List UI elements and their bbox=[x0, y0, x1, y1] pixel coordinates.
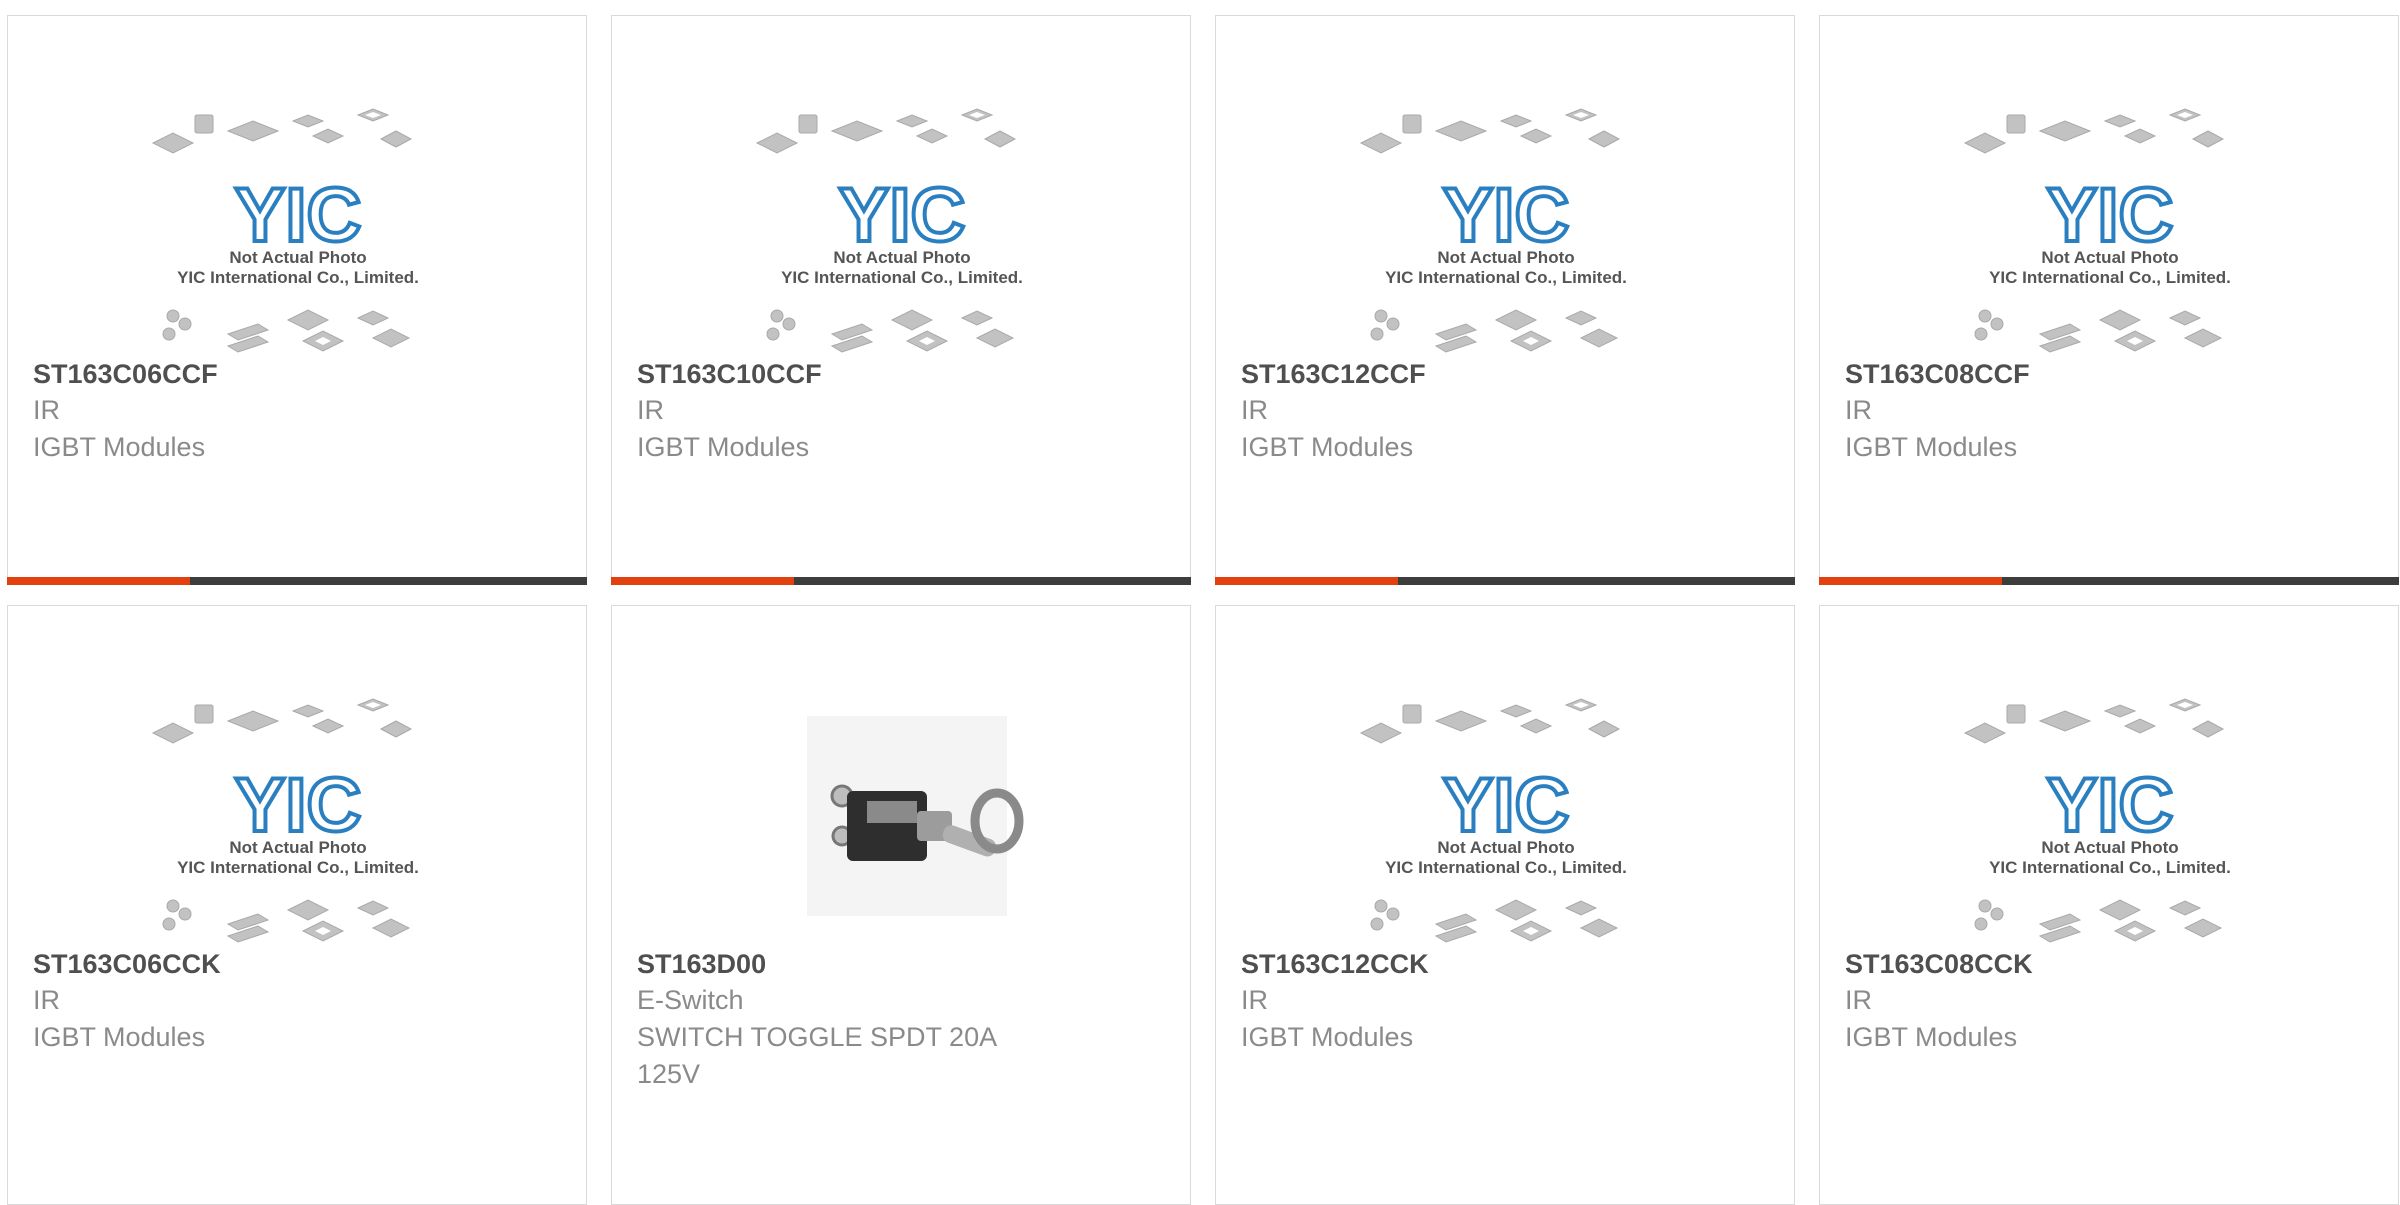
manufacturer: IR bbox=[1845, 395, 1872, 425]
product-image[interactable]: YIC Not Actual Photo YIC International C… bbox=[1351, 691, 1661, 961]
card-footer-bar bbox=[1215, 577, 1795, 585]
product-card[interactable]: YIC Not Actual Photo YIC International C… bbox=[1819, 15, 2399, 585]
product-image[interactable]: YIC Not Actual Photo YIC International C… bbox=[143, 691, 453, 961]
manufacturer: IR bbox=[1241, 395, 1268, 425]
company-label: YIC International Co., Limited. bbox=[1385, 268, 1627, 287]
company-label: YIC International Co., Limited. bbox=[1385, 858, 1627, 877]
product-image[interactable] bbox=[747, 691, 1057, 961]
not-actual-photo-label: Not Actual Photo bbox=[2041, 248, 2178, 267]
card-footer-bar bbox=[7, 577, 587, 585]
description: IGBT Modules bbox=[1845, 432, 2018, 462]
not-actual-photo-label: Not Actual Photo bbox=[1437, 838, 1574, 857]
manufacturer: IR bbox=[33, 985, 60, 1015]
part-number[interactable]: ST163C12CCF bbox=[1241, 356, 1769, 392]
product-card[interactable]: YIC Not Actual Photo YIC International C… bbox=[1215, 605, 1795, 1205]
accent-bar bbox=[1819, 577, 2002, 585]
part-number[interactable]: ST163C10CCF bbox=[637, 356, 1165, 392]
manufacturer: IR bbox=[1241, 985, 1268, 1015]
not-actual-photo-label: Not Actual Photo bbox=[833, 248, 970, 267]
company-label: YIC International Co., Limited. bbox=[177, 268, 419, 287]
part-number[interactable]: ST163C08CCF bbox=[1845, 356, 2373, 392]
product-card[interactable]: YIC Not Actual Photo YIC International C… bbox=[1819, 605, 2399, 1205]
part-number[interactable]: ST163C08CCK bbox=[1845, 946, 2373, 982]
manufacturer: IR bbox=[1845, 985, 1872, 1015]
description: IGBT Modules bbox=[1241, 432, 1414, 462]
product-image[interactable]: YIC Not Actual Photo YIC International C… bbox=[1351, 101, 1661, 371]
manufacturer: E-Switch bbox=[637, 985, 744, 1015]
product-card[interactable]: ST163D00 E-Switch SWITCH TOGGLE SPDT 20A… bbox=[611, 605, 1191, 1205]
company-label: YIC International Co., Limited. bbox=[781, 268, 1023, 287]
yic-logo: YIC bbox=[2047, 763, 2174, 848]
company-label: YIC International Co., Limited. bbox=[1989, 268, 2231, 287]
yic-logo: YIC bbox=[2047, 173, 2174, 258]
part-number[interactable]: ST163C12CCK bbox=[1241, 946, 1769, 982]
manufacturer: IR bbox=[33, 395, 60, 425]
not-actual-photo-label: Not Actual Photo bbox=[229, 838, 366, 857]
product-image[interactable]: YIC Not Actual Photo YIC International C… bbox=[1955, 691, 2265, 961]
yic-logo: YIC bbox=[1443, 173, 1570, 258]
product-card[interactable]: YIC Not Actual Photo YIC International C… bbox=[7, 15, 587, 585]
product-card[interactable]: YIC Not Actual Photo YIC International C… bbox=[611, 15, 1191, 585]
yic-logo: YIC bbox=[235, 173, 362, 258]
yic-logo: YIC bbox=[235, 763, 362, 848]
not-actual-photo-label: Not Actual Photo bbox=[1437, 248, 1574, 267]
accent-bar bbox=[7, 577, 190, 585]
product-image[interactable]: YIC Not Actual Photo YIC International C… bbox=[143, 101, 453, 371]
product-image[interactable]: YIC Not Actual Photo YIC International C… bbox=[1955, 101, 2265, 371]
description: IGBT Modules bbox=[33, 1022, 206, 1052]
product-card[interactable]: YIC Not Actual Photo YIC International C… bbox=[7, 605, 587, 1205]
yic-logo: YIC bbox=[1443, 763, 1570, 848]
product-card[interactable]: YIC Not Actual Photo YIC International C… bbox=[1215, 15, 1795, 585]
accent-bar bbox=[611, 577, 794, 585]
description: IGBT Modules bbox=[637, 432, 810, 462]
manufacturer: IR bbox=[637, 395, 664, 425]
part-number[interactable]: ST163D00 bbox=[637, 946, 1165, 982]
part-number[interactable]: ST163C06CCK bbox=[33, 946, 561, 982]
description: IGBT Modules bbox=[33, 432, 206, 462]
company-label: YIC International Co., Limited. bbox=[1989, 858, 2231, 877]
not-actual-photo-label: Not Actual Photo bbox=[229, 248, 366, 267]
part-number[interactable]: ST163C06CCF bbox=[33, 356, 561, 392]
card-footer-bar bbox=[611, 577, 1191, 585]
yic-logo: YIC bbox=[839, 173, 966, 258]
not-actual-photo-label: Not Actual Photo bbox=[2041, 838, 2178, 857]
description: IGBT Modules bbox=[1241, 1022, 1414, 1052]
company-label: YIC International Co., Limited. bbox=[177, 858, 419, 877]
description: IGBT Modules bbox=[1845, 1022, 2018, 1052]
accent-bar bbox=[1215, 577, 1398, 585]
product-image[interactable]: YIC Not Actual Photo YIC International C… bbox=[747, 101, 1057, 371]
card-footer-bar bbox=[1819, 577, 2399, 585]
product-grid: YIC Not Actual Photo YIC International C… bbox=[0, 0, 2400, 1205]
toggle-switch-photo bbox=[807, 716, 1024, 916]
description: SWITCH TOGGLE SPDT 20A 125V bbox=[637, 1022, 996, 1089]
